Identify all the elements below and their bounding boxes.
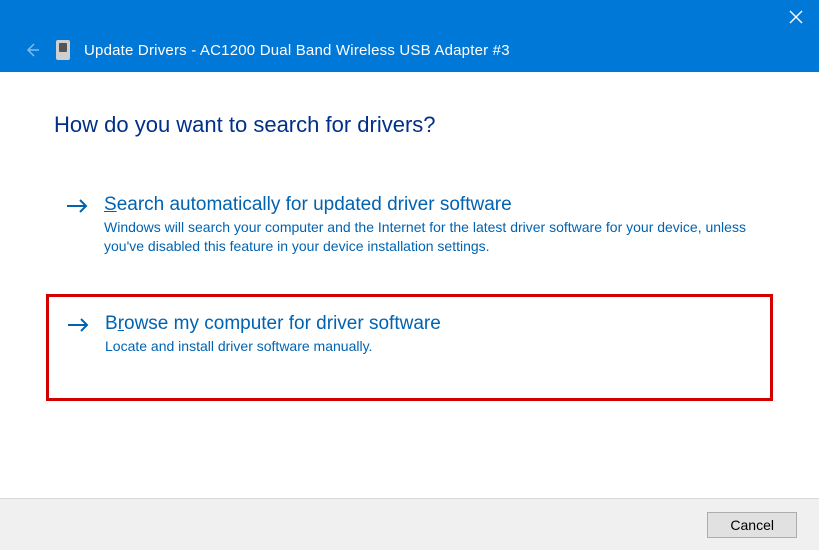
option-search-description: Windows will search your computer and th… — [104, 218, 751, 256]
back-arrow-icon — [23, 41, 41, 59]
close-button[interactable] — [787, 8, 805, 26]
back-button — [22, 40, 42, 60]
option-browse-description: Locate and install driver software manua… — [105, 337, 750, 356]
option-search-automatically[interactable]: Search automatically for updated driver … — [54, 184, 765, 270]
highlight-box: Browse my computer for driver software L… — [46, 294, 773, 401]
content-area: How do you want to search for drivers? S… — [0, 72, 819, 401]
cancel-button[interactable]: Cancel — [707, 512, 797, 538]
page-heading: How do you want to search for drivers? — [54, 112, 765, 138]
footer: Cancel — [0, 498, 819, 550]
titlebar: Update Drivers - AC1200 Dual Band Wirele… — [0, 0, 819, 72]
window-title: Update Drivers - AC1200 Dual Band Wirele… — [84, 42, 510, 59]
option-browse-computer[interactable]: Browse my computer for driver software L… — [55, 303, 764, 370]
option-search-title: Search automatically for updated driver … — [104, 194, 751, 216]
close-icon — [789, 10, 803, 24]
option-browse-title: Browse my computer for driver software — [105, 313, 750, 335]
arrow-right-icon — [67, 316, 89, 334]
device-icon — [56, 40, 70, 60]
arrow-right-icon — [66, 197, 88, 215]
